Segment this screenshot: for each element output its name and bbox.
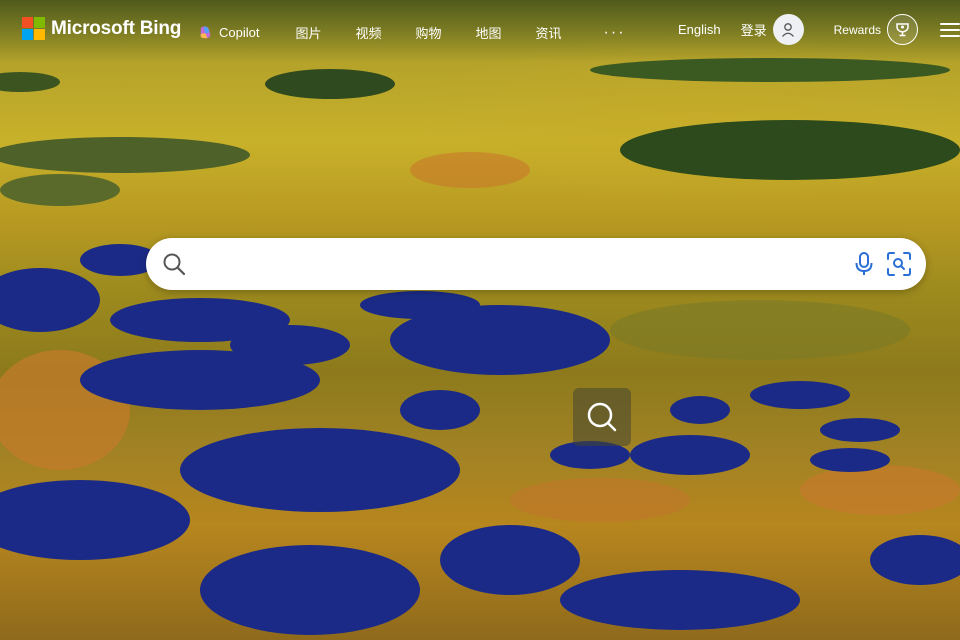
nav-item-copilot[interactable]: Copilot bbox=[198, 25, 259, 40]
bing-logo[interactable]: Microsoft Bing bbox=[22, 17, 181, 40]
more-menu-button[interactable]: ··· bbox=[604, 24, 626, 42]
background-image bbox=[0, 0, 960, 640]
copilot-label: Copilot bbox=[219, 25, 260, 40]
rewards-button[interactable] bbox=[887, 14, 918, 45]
image-search-lens-button[interactable] bbox=[573, 388, 631, 446]
nav-item-maps[interactable]: 地图 bbox=[476, 23, 502, 42]
microsoft-logo-icon bbox=[22, 17, 45, 40]
visual-search-icon[interactable] bbox=[886, 251, 912, 277]
hamburger-menu-icon[interactable] bbox=[940, 22, 960, 37]
copilot-icon bbox=[200, 26, 211, 39]
nav-item-videos[interactable]: 视频 bbox=[355, 23, 381, 42]
search-icon[interactable] bbox=[161, 251, 187, 277]
avatar[interactable] bbox=[772, 14, 804, 45]
top-navigation-bar: Microsoft Bing Copilot 图片 视频 购物 地图 资讯 ··… bbox=[0, 0, 960, 62]
image-search-lens-icon bbox=[587, 402, 617, 432]
landscape-illustration bbox=[0, 58, 960, 635]
microphone-icon[interactable] bbox=[854, 251, 874, 277]
main-nav: Copilot 图片 视频 购物 地图 资讯 ··· bbox=[198, 23, 626, 42]
nav-item-images[interactable]: 图片 bbox=[295, 23, 321, 42]
login-link[interactable]: 登录 bbox=[741, 20, 767, 39]
nav-item-shopping[interactable]: 购物 bbox=[416, 23, 442, 42]
brand-name: Microsoft Bing bbox=[51, 17, 182, 39]
rewards-label[interactable]: Rewards bbox=[834, 23, 881, 37]
language-switch[interactable]: English bbox=[678, 22, 721, 37]
nav-item-news[interactable]: 资讯 bbox=[536, 23, 562, 42]
trophy-icon bbox=[896, 23, 909, 37]
search-box bbox=[146, 238, 926, 290]
user-icon bbox=[782, 22, 795, 37]
header-actions: English 登录 Rewards bbox=[678, 14, 960, 45]
search-input[interactable] bbox=[196, 246, 830, 284]
